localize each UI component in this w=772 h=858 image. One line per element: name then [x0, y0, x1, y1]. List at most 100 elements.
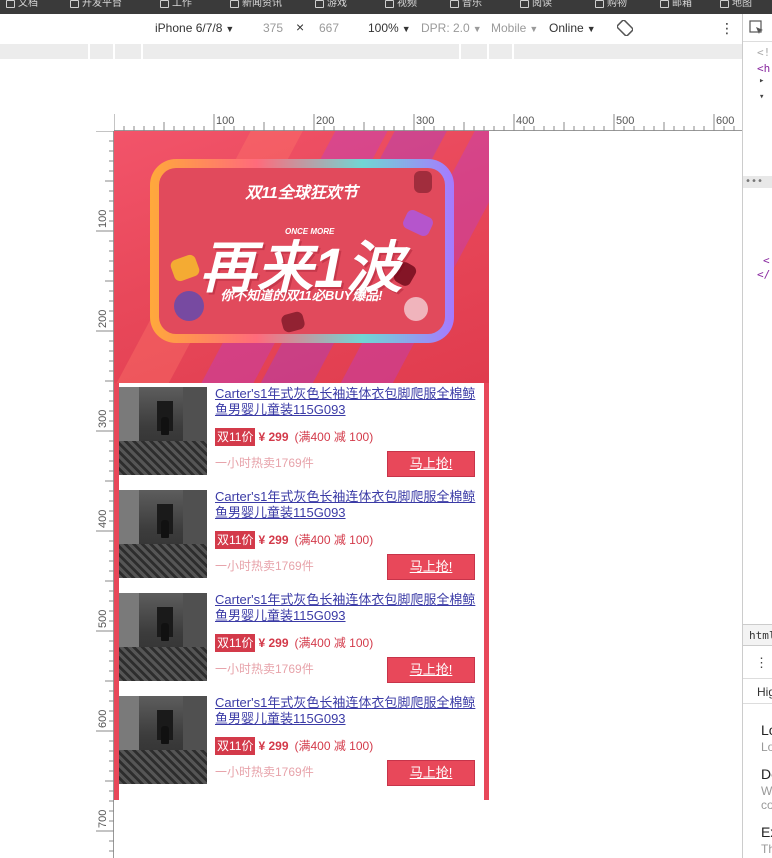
folder-icon: [720, 0, 729, 8]
list-item: Carter's1年式灰色长袖连体衣包脚爬服全棉鲸鱼男婴儿童装115G093 双…: [119, 486, 484, 589]
bookmark-item[interactable]: 新闻资讯: [230, 0, 282, 10]
product-title-link[interactable]: Carter's1年式灰色长袖连体衣包脚爬服全棉鲸鱼男婴儿童装115G093: [215, 592, 480, 624]
list-item: Carter's1年式灰色长袖连体衣包脚爬服全棉鲸鱼男婴儿童装115G093 双…: [119, 589, 484, 692]
dpr-select[interactable]: DPR: 2.0 ▼: [421, 21, 482, 36]
list-item: Carter's1年式灰色长袖连体衣包脚爬服全棉鲸鱼男婴儿童装115G093 双…: [119, 692, 484, 795]
ruler-label: 400: [516, 115, 535, 127]
ruler-label: 600: [716, 115, 735, 127]
inspect-element-icon[interactable]: [749, 20, 765, 39]
tab-highlights[interactable]: Hig: [757, 685, 772, 699]
ruler-label: 100: [97, 209, 109, 228]
bookmark-label: 游戏: [327, 0, 347, 9]
mode-value: Mobile: [491, 21, 527, 35]
product-thumbnail[interactable]: [119, 490, 207, 578]
product-title-link[interactable]: Carter's1年式灰色长袖连体衣包脚爬服全棉鲸鱼男婴儿童装115G093: [215, 695, 480, 727]
folder-icon: [660, 0, 669, 8]
price-tag: 双11价: [215, 531, 256, 549]
bookmark-label: 购物: [607, 0, 627, 9]
section-heading: Lo: [761, 722, 772, 738]
expand-arrow-icon[interactable]: ▸: [759, 76, 764, 86]
folder-icon: [70, 0, 79, 8]
bookmark-label: 工作: [172, 0, 192, 9]
ruler-label: 300: [416, 115, 435, 127]
buy-now-button[interactable]: 马上抢!: [387, 760, 475, 786]
price-tag: 双11价: [215, 737, 256, 755]
height-input[interactable]: 667: [319, 21, 339, 35]
buy-now-button[interactable]: 马上抢!: [387, 657, 475, 683]
dropdown-arrow-icon: ▼: [586, 24, 596, 34]
bookmark-item[interactable]: 阅读: [520, 0, 552, 10]
dom-line[interactable]: </: [757, 268, 770, 281]
sold-count: 一小时热卖1769件: [215, 559, 314, 573]
product-title-link[interactable]: Carter's1年式灰色长袖连体衣包脚爬服全棉鲸鱼男婴儿童装115G093: [215, 489, 480, 521]
section-heading: De: [761, 766, 772, 782]
devtools-panel: <! <h ▸ ▾ ••• < </ html ⋮ Hig Lo Lo De W…: [742, 14, 772, 858]
product-thumbnail[interactable]: [119, 593, 207, 681]
price-tag: 双11价: [215, 428, 256, 446]
sold-count: 一小时热卖1769件: [215, 456, 314, 470]
banner-subtitle: 你不知道的双11必BUY爆品!: [220, 288, 383, 303]
bookmark-item[interactable]: 文档: [6, 0, 38, 10]
ruler-label: 300: [97, 409, 109, 428]
price-value: ¥ 299: [258, 533, 289, 547]
sold-count: 一小时热卖1769件: [215, 765, 314, 779]
network-value: Online: [549, 21, 584, 35]
bookmark-item[interactable]: 音乐: [450, 0, 482, 10]
bookmark-label: 地图: [732, 0, 752, 9]
breadcrumb-html[interactable]: html: [749, 629, 772, 642]
folder-icon: [450, 0, 459, 8]
bookmark-item[interactable]: 游戏: [315, 0, 347, 10]
banner-top-text: 双11全球狂欢节: [245, 185, 358, 202]
width-input[interactable]: 375: [263, 21, 283, 35]
ruler-label: 400: [97, 509, 109, 528]
product-thumbnail[interactable]: [119, 387, 207, 475]
folder-icon: [6, 0, 15, 8]
vertical-ruler: 100 200 300 400 500 600 700: [96, 131, 114, 858]
bookmark-item[interactable]: 地图: [720, 0, 752, 10]
panel-divider: [743, 41, 772, 42]
mq-divider: [459, 44, 461, 59]
product-thumbnail[interactable]: [119, 696, 207, 784]
buy-now-button[interactable]: 马上抢!: [387, 554, 475, 580]
buy-now-button[interactable]: 马上抢!: [387, 451, 475, 477]
ruler-label: 200: [316, 115, 335, 127]
section-text: W: [761, 784, 772, 798]
dom-line[interactable]: <!: [757, 46, 770, 59]
price-value: ¥ 299: [258, 636, 289, 650]
zoom-select[interactable]: 100% ▼: [368, 21, 411, 36]
media-query-bar[interactable]: [0, 44, 742, 59]
bookmark-label: 开发平台: [82, 0, 122, 9]
dom-line[interactable]: <h: [757, 62, 770, 75]
more-options-icon[interactable]: ⋮: [755, 656, 768, 671]
section-text: co: [761, 798, 772, 812]
more-options-icon[interactable]: ⋮: [720, 21, 734, 35]
bookmarks-bar: 文档 开发平台 工作 新闻资讯 游戏 视频 音乐 阅读 购物 邮箱 地图: [0, 0, 772, 14]
bookmark-item[interactable]: 开发平台: [70, 0, 122, 10]
bookmark-label: 阅读: [532, 0, 552, 9]
folder-icon: [595, 0, 604, 8]
price-row: 双11价 ¥ 299 (满400 减 100): [215, 428, 373, 446]
section-text: Lo: [761, 740, 772, 754]
rotate-icon[interactable]: [616, 19, 634, 39]
device-viewport: 双11全球狂欢节 ONCE MORE 再来1波 你不知道的双11必BUY爆品! …: [114, 131, 489, 800]
dom-ellipsis-row[interactable]: •••: [743, 176, 772, 188]
product-title-link[interactable]: Carter's1年式灰色长袖连体衣包脚爬服全棉鲸鱼男婴儿童装115G093: [215, 386, 480, 418]
mq-divider: [88, 44, 90, 59]
mq-divider: [512, 44, 514, 59]
bookmark-item[interactable]: 工作: [160, 0, 192, 10]
device-select[interactable]: iPhone 6/7/8 ▼: [155, 21, 234, 36]
promo-text: (满400 减 100): [294, 430, 374, 444]
collapse-arrow-icon[interactable]: ▾: [759, 92, 764, 102]
price-tag: 双11价: [215, 634, 256, 652]
bookmark-label: 视频: [397, 0, 417, 9]
mode-select[interactable]: Mobile ▼: [491, 21, 538, 36]
ruler-label: 500: [97, 609, 109, 628]
bookmark-item[interactable]: 视频: [385, 0, 417, 10]
folder-icon: [520, 0, 529, 8]
bookmark-item[interactable]: 购物: [595, 0, 627, 10]
network-select[interactable]: Online ▼: [549, 21, 596, 36]
ruler-label: 100: [216, 115, 235, 127]
promo-banner[interactable]: 双11全球狂欢节 ONCE MORE 再来1波 你不知道的双11必BUY爆品!: [114, 131, 489, 383]
dom-line[interactable]: <: [763, 254, 770, 267]
bookmark-item[interactable]: 邮箱: [660, 0, 692, 10]
